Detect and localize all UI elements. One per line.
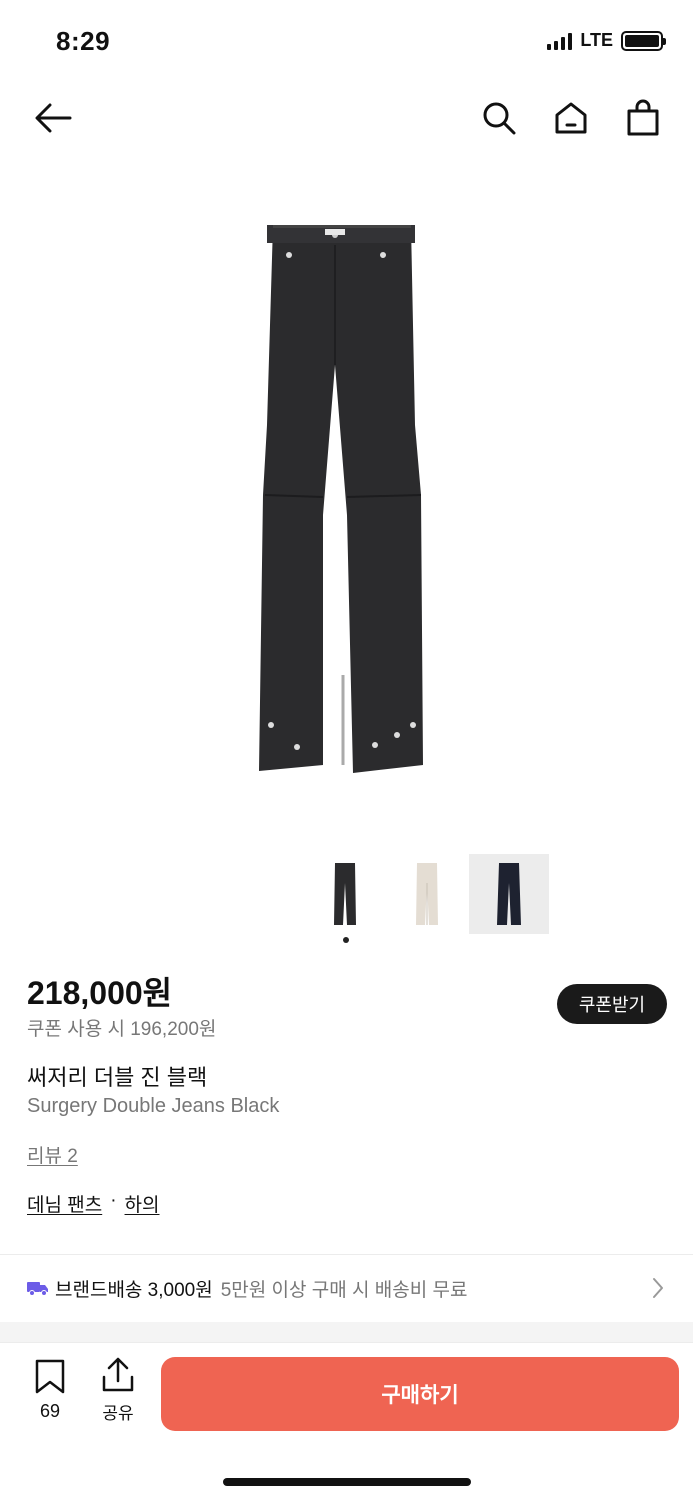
- share-label: 공유: [102, 1404, 134, 1423]
- status-time: 8:29: [56, 26, 111, 56]
- delivery-truck-icon: [27, 1282, 48, 1296]
- shipping-info[interactable]: 브랜드배송 3,000원 5만원 이상 구매 시 배송비 무료: [0, 1255, 693, 1321]
- thumbnail-ecru[interactable]: [387, 854, 467, 934]
- product-price: 218,000원: [27, 975, 173, 1011]
- buy-button[interactable]: 구매하기: [161, 1357, 679, 1431]
- category-link-bottoms[interactable]: 하의: [125, 1190, 160, 1217]
- shopping-bag-icon[interactable]: [625, 98, 661, 138]
- bottom-action-bar: 69 공유 구매하기: [0, 1342, 693, 1500]
- category-link-denim[interactable]: 데님 팬츠: [27, 1190, 102, 1217]
- review-link[interactable]: 리뷰 2: [27, 1141, 78, 1168]
- category-breadcrumb: 데님 팬츠 · 하의: [27, 1190, 160, 1217]
- share-icon: [102, 1357, 134, 1392]
- bookmark-icon: [35, 1359, 65, 1394]
- jeans-image: [258, 225, 423, 773]
- battery-icon: [621, 30, 666, 51]
- home-icon[interactable]: [553, 98, 589, 138]
- shipping-fee: 브랜드배송 3,000원: [55, 1279, 213, 1301]
- thumbnail-black[interactable]: [305, 854, 385, 934]
- product-name-korean: 써저리 더블 진 블랙: [27, 1065, 208, 1090]
- product-name-english: Surgery Double Jeans Black: [27, 1095, 280, 1117]
- image-pager-dot: [343, 937, 349, 943]
- get-coupon-button[interactable]: 쿠폰받기: [557, 984, 667, 1024]
- chevron-right-icon: [653, 1278, 663, 1298]
- share-button[interactable]: 공유: [96, 1357, 140, 1424]
- network-label: LTE: [580, 30, 613, 50]
- section-separator: [0, 1322, 693, 1342]
- product-image[interactable]: [0, 205, 693, 795]
- thumbnail-strip: [305, 854, 549, 934]
- bookmark-count: 69: [39, 1401, 61, 1421]
- coupon-price: 쿠폰 사용 시 196,200원: [27, 1019, 217, 1040]
- bookmark-button[interactable]: 69: [30, 1359, 70, 1422]
- search-icon[interactable]: [481, 98, 517, 138]
- category-separator: ·: [110, 1190, 117, 1211]
- status-bar: 8:29 LTE: [0, 0, 693, 80]
- back-arrow-icon[interactable]: [30, 98, 74, 138]
- status-indicators: LTE: [547, 30, 666, 51]
- signal-icon: [547, 32, 573, 50]
- free-shipping-note: 5만원 이상 구매 시 배송비 무료: [220, 1279, 468, 1301]
- home-indicator[interactable]: [223, 1478, 471, 1486]
- top-navigation: [0, 88, 693, 148]
- thumbnail-black-gray[interactable]: [469, 854, 549, 934]
